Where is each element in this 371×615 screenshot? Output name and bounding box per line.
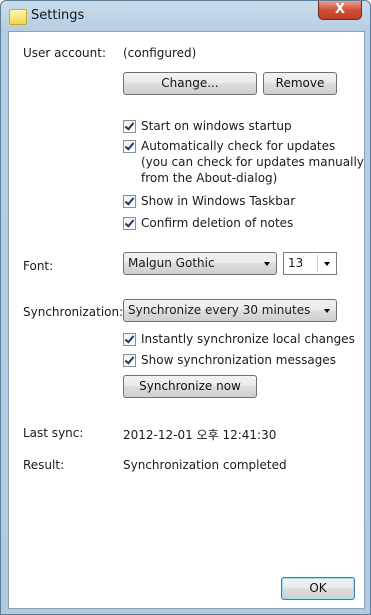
font-size-value: 13	[288, 256, 304, 270]
checkbox-checked-icon	[123, 140, 136, 153]
confirm-deletion-checkbox[interactable]: Confirm deletion of notes	[123, 216, 293, 230]
font-family-value: Malgun Gothic	[128, 256, 215, 270]
instant-sync-label: Instantly synchronize local changes	[141, 332, 355, 346]
dropdown-arrow-icon	[264, 262, 270, 266]
user-account-value: (configured)	[123, 46, 197, 60]
check-updates-checkbox[interactable]: Automatically check for updates (you can…	[123, 139, 364, 186]
window-title: Settings	[31, 8, 85, 23]
checkbox-checked-icon	[123, 333, 136, 346]
synchronize-now-button[interactable]: Synchronize now	[123, 375, 257, 398]
last-sync-label: Last sync:	[23, 426, 84, 440]
sync-interval-dropdown[interactable]: Synchronize every 30 minutes	[123, 299, 337, 322]
sync-interval-value: Synchronize every 30 minutes	[128, 303, 311, 317]
settings-window: Settings X User account: (configured) Ch…	[0, 0, 371, 615]
start-on-startup-checkbox[interactable]: Start on windows startup	[123, 119, 292, 133]
show-in-taskbar-checkbox[interactable]: Show in Windows Taskbar	[123, 194, 295, 208]
change-account-button[interactable]: Change...	[123, 72, 257, 95]
checkbox-checked-icon	[123, 217, 136, 230]
dropdown-arrow-icon	[324, 309, 330, 313]
dropdown-arrow-icon	[324, 262, 330, 266]
start-on-startup-label: Start on windows startup	[141, 119, 292, 133]
checkbox-checked-icon	[123, 195, 136, 208]
font-label: Font:	[23, 259, 54, 273]
user-account-label: User account:	[23, 46, 107, 60]
result-value: Synchronization completed	[123, 458, 287, 472]
show-in-taskbar-label: Show in Windows Taskbar	[141, 194, 296, 208]
confirm-deletion-label: Confirm deletion of notes	[141, 216, 294, 230]
ok-button[interactable]: OK	[281, 577, 355, 600]
remove-account-button[interactable]: Remove	[263, 72, 337, 95]
show-sync-messages-checkbox[interactable]: Show synchronization messages	[123, 353, 336, 367]
check-updates-label: Automatically check for updates (you can…	[141, 139, 364, 185]
show-sync-messages-label: Show synchronization messages	[141, 353, 336, 367]
close-button[interactable]: X	[318, 1, 362, 20]
checkbox-checked-icon	[123, 354, 136, 367]
instant-sync-checkbox[interactable]: Instantly synchronize local changes	[123, 332, 355, 346]
app-icon	[9, 9, 27, 25]
font-family-dropdown[interactable]: Malgun Gothic	[123, 252, 277, 275]
title-bar[interactable]: Settings X	[1, 1, 370, 31]
font-size-dropdown[interactable]: 13	[283, 252, 337, 275]
settings-panel: User account: (configured) Change... Rem…	[8, 31, 365, 609]
last-sync-value: 2012-12-01 오후 12:41:30	[123, 428, 277, 442]
result-label: Result:	[23, 458, 65, 472]
divider	[317, 255, 318, 272]
synchronization-label: Synchronization:	[23, 305, 124, 319]
checkbox-checked-icon	[123, 120, 136, 133]
